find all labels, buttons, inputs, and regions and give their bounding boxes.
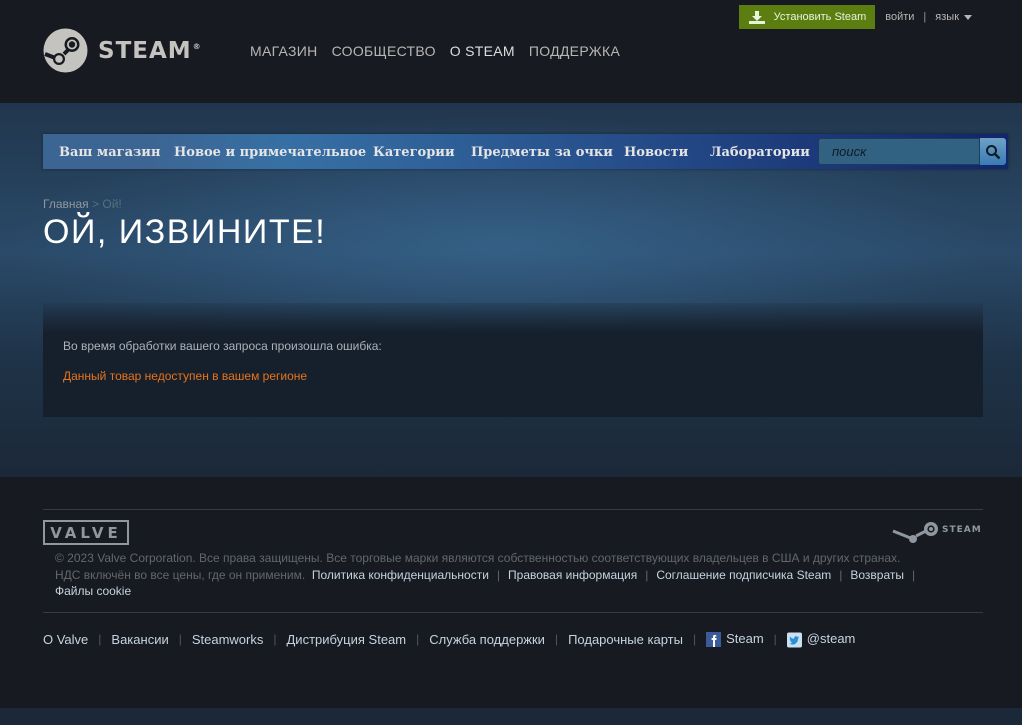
footer-link-separator: | xyxy=(773,632,777,647)
error-message: Данный товар недоступен в вашем регионе xyxy=(63,369,308,383)
breadcrumb-current[interactable]: Ой! xyxy=(102,197,121,211)
install-steam-label: Установить Steam xyxy=(773,11,867,23)
footer-link-separator: | xyxy=(178,632,182,647)
twitter-link[interactable]: @steam xyxy=(786,631,856,648)
nav-about[interactable]: О STEAM xyxy=(450,43,515,59)
legal-separator: | xyxy=(496,567,501,582)
nav-community[interactable]: СООБЩЕСТВО xyxy=(332,43,436,59)
tab-news[interactable]: Новости xyxy=(624,145,688,160)
footer-link-separator: | xyxy=(273,632,277,647)
breadcrumb-home-link[interactable]: Главная xyxy=(43,197,89,211)
twitter-icon xyxy=(786,632,802,648)
valve-logo-text: VALVE xyxy=(50,523,122,542)
tab-new-noteworthy[interactable]: Новое и примечательное xyxy=(174,145,366,160)
search-button[interactable] xyxy=(980,138,1006,165)
tab-categories[interactable]: Категории xyxy=(373,145,455,160)
main-nav: МАГАЗИН СООБЩЕСТВО О STEAM ПОДДЕРЖКА xyxy=(250,43,620,59)
search-input[interactable] xyxy=(819,139,979,164)
facebook-icon xyxy=(706,632,722,648)
footer-steam-logo[interactable]: STEAM xyxy=(891,521,983,550)
store-nav: Ваш магазин Новое и примечательное Катег… xyxy=(43,134,1008,169)
tab-your-store[interactable]: Ваш магазин xyxy=(59,145,160,160)
error-intro-text: Во время обработки вашего запроса произо… xyxy=(63,339,382,353)
facebook-link[interactable]: Steam xyxy=(706,631,764,648)
legal-info-link[interactable]: Правовая информация xyxy=(508,568,637,582)
privacy-policy-link[interactable]: Политика конфиденциальности xyxy=(312,568,489,582)
chevron-down-icon xyxy=(964,14,972,20)
language-dropdown[interactable]: язык xyxy=(935,11,972,23)
download-icon xyxy=(748,10,765,24)
breadcrumb: Главная > Ой! xyxy=(43,197,122,211)
footer-link-separator: | xyxy=(692,632,697,647)
language-label: язык xyxy=(935,11,959,23)
search-box xyxy=(818,138,980,165)
subscriber-agreement-link[interactable]: Соглашение подписчика Steam xyxy=(656,568,831,582)
install-steam-button[interactable]: Установить Steam xyxy=(738,5,876,29)
steam-logo[interactable]: STEAM® xyxy=(43,28,202,73)
footer-top-divider xyxy=(43,509,983,510)
support-link[interactable]: Служба поддержки xyxy=(429,632,545,647)
nav-support[interactable]: ПОДДЕРЖКА xyxy=(529,43,620,59)
nav-store[interactable]: МАГАЗИН xyxy=(250,43,318,59)
tab-labs[interactable]: Лаборатории xyxy=(710,145,810,160)
topbar-separator: | xyxy=(923,11,927,23)
footer-link-separator: | xyxy=(98,632,102,647)
footer-link-separator: | xyxy=(554,632,559,647)
refunds-link[interactable]: Возвраты xyxy=(850,568,904,582)
topbar: Установить Steam войти | язык xyxy=(738,5,972,29)
copyright-text: © 2023 Valve Corporation. Все права защи… xyxy=(55,551,901,565)
legal-separator: | xyxy=(839,567,843,582)
about-valve-link[interactable]: О Valve xyxy=(43,632,88,647)
tab-points-shop[interactable]: Предметы за очки xyxy=(471,145,613,160)
footer: VALVE STEAM © 2023 Valve Corporation. Вс… xyxy=(0,477,1022,708)
steam-logo-text: STEAM® xyxy=(98,37,202,64)
footer-bottom-strip xyxy=(0,708,1022,725)
breadcrumb-separator: > xyxy=(92,197,100,211)
steam-distribution-link[interactable]: Дистрибуция Steam xyxy=(287,632,407,647)
twitter-label: @steam xyxy=(806,631,856,646)
gift-cards-link[interactable]: Подарочные карты xyxy=(568,632,683,647)
legal-separator: | xyxy=(912,567,916,582)
steam-wordmark-icon: STEAM xyxy=(892,522,982,543)
valve-logo[interactable]: VALVE xyxy=(43,520,129,545)
legal-separator: | xyxy=(645,567,649,582)
steamworks-link[interactable]: Steamworks xyxy=(192,632,264,647)
page-title: ОЙ, ИЗВИНИТЕ! xyxy=(43,213,327,251)
legal-text: © 2023 Valve Corporation. Все права защи… xyxy=(55,550,955,600)
steam-logo-icon xyxy=(43,28,88,73)
vat-note: НДС включён во все цены, где он применим… xyxy=(55,567,306,582)
footer-links: О Valve | Вакансии | Steamworks | Дистри… xyxy=(43,631,856,648)
steam-wordmark-text: STEAM xyxy=(942,525,982,535)
search-icon xyxy=(986,144,1001,159)
global-header: STEAM® МАГАЗИН СООБЩЕСТВО О STEAM ПОДДЕР… xyxy=(0,0,1022,103)
footer-middle-divider xyxy=(43,612,983,613)
error-panel: Во время обработки вашего запроса произо… xyxy=(43,303,983,417)
footer-link-separator: | xyxy=(416,632,420,647)
cookies-link[interactable]: Файлы cookie xyxy=(55,584,131,598)
facebook-label: Steam xyxy=(726,631,764,646)
login-link[interactable]: войти xyxy=(885,11,914,23)
jobs-link[interactable]: Вакансии xyxy=(111,632,168,647)
